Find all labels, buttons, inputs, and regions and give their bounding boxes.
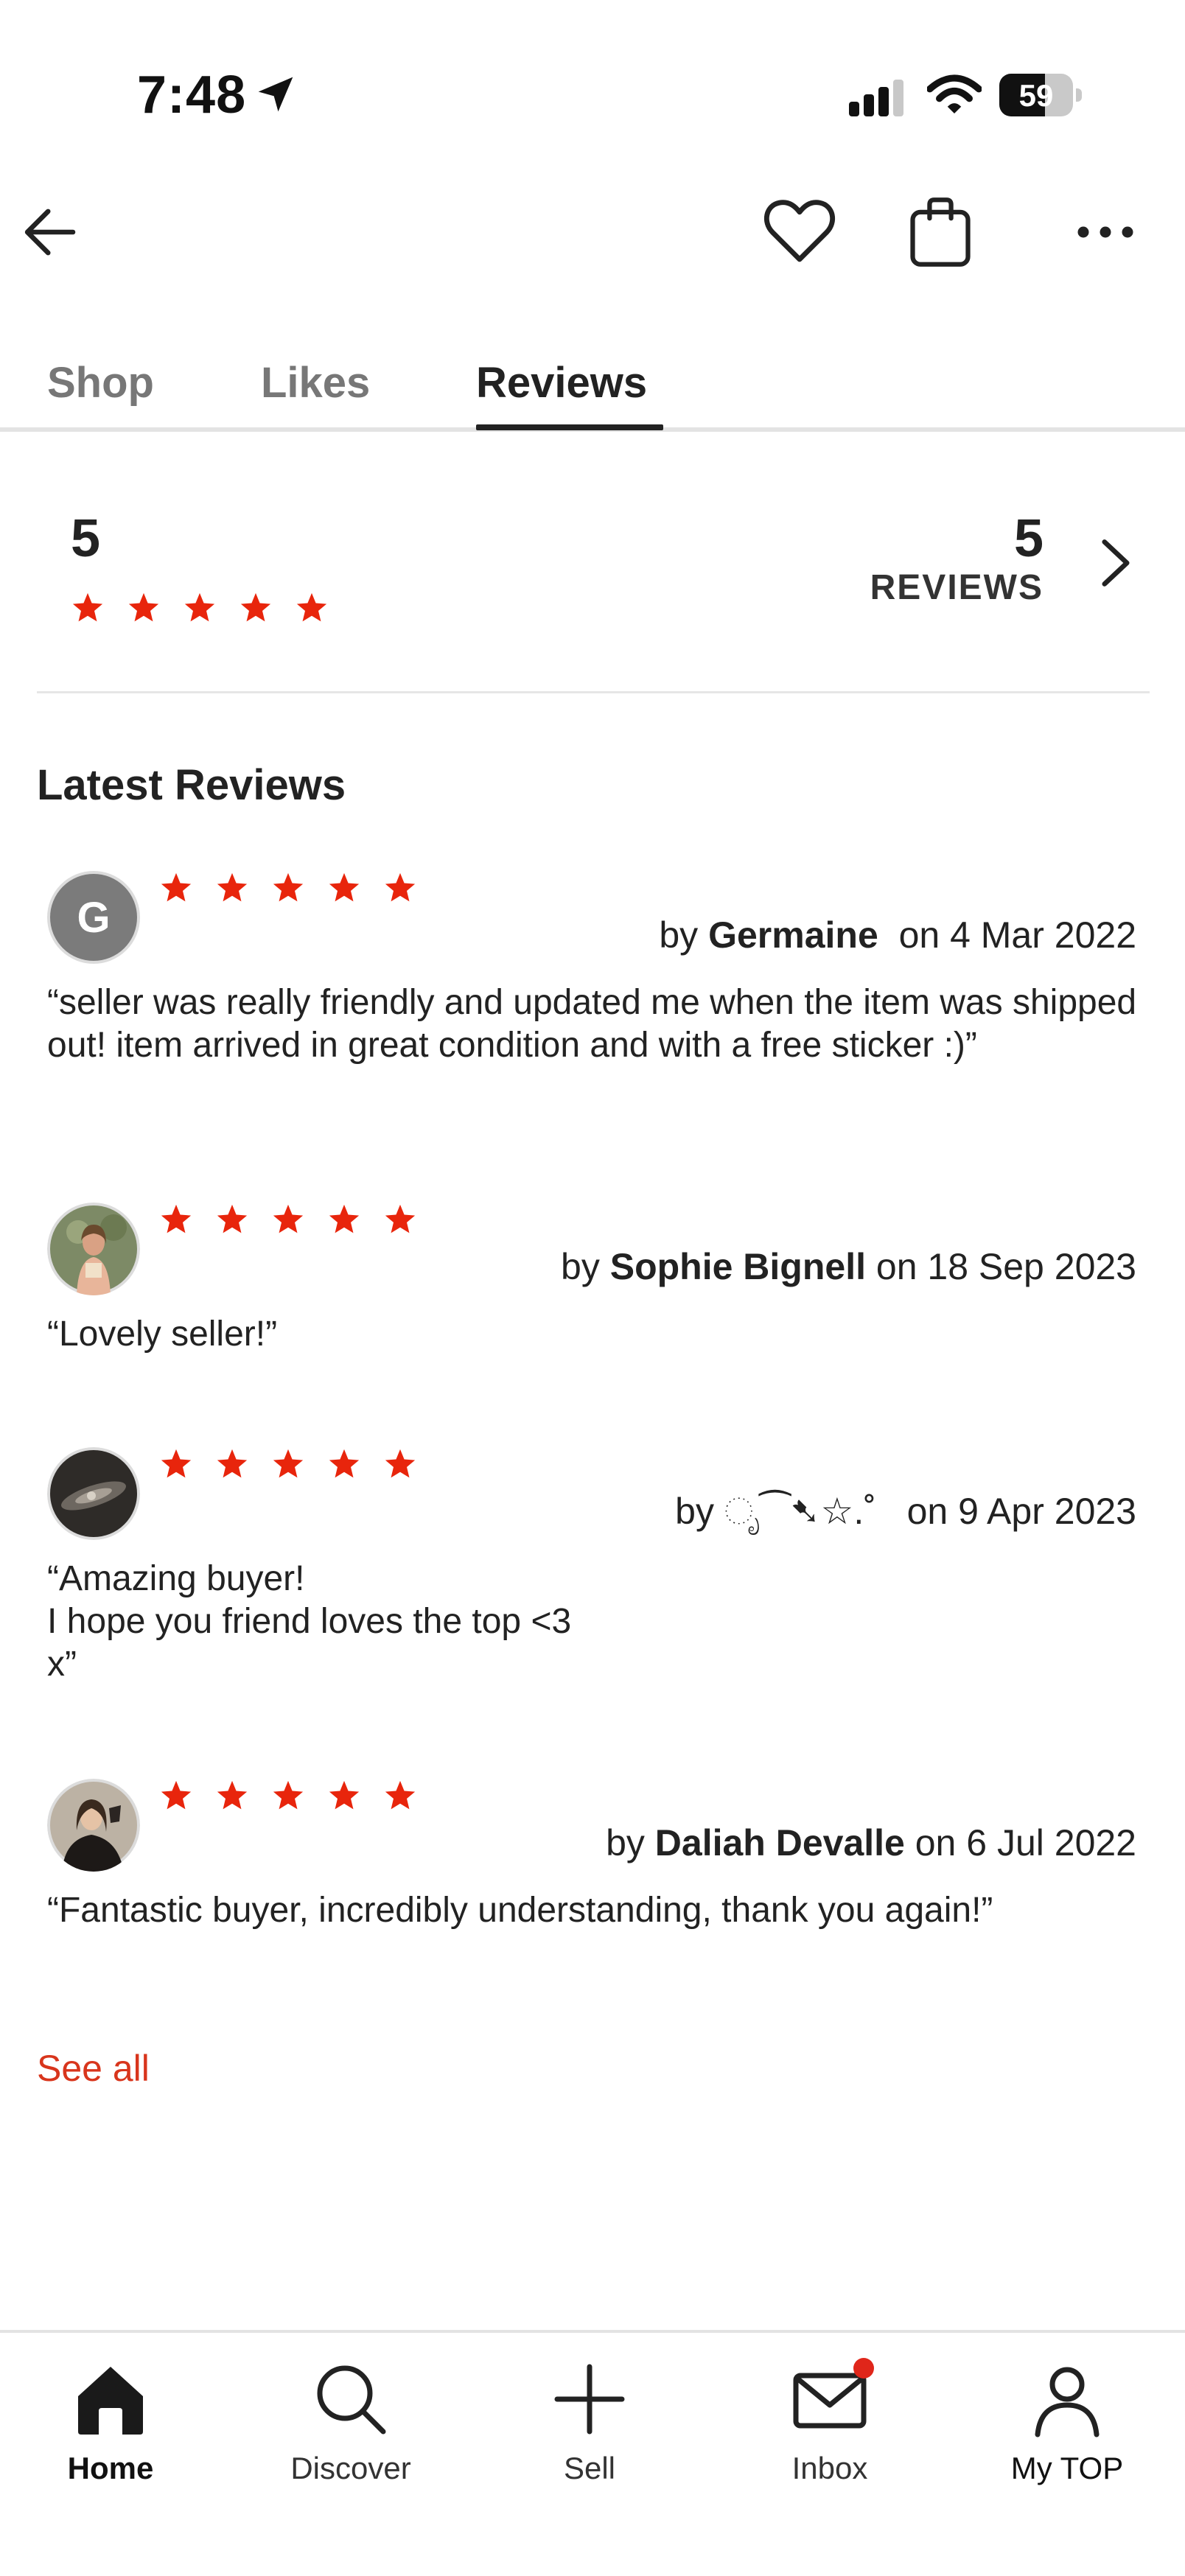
notification-dot — [853, 2358, 874, 2379]
nav-inbox[interactable]: Inbox — [734, 2355, 926, 2486]
star-icon — [273, 1449, 304, 1478]
nav-inbox-label: Inbox — [791, 2451, 868, 2485]
tab-shop[interactable]: Shop — [47, 358, 154, 407]
chevron-right-icon[interactable] — [1095, 535, 1136, 591]
reviewer-name[interactable]: Sophie Bignell — [610, 1246, 866, 1287]
nav-discover-label: Discover — [290, 2451, 411, 2485]
cellular-signal-icon — [849, 80, 903, 116]
reviewer-name[interactable]: Daliah Devalle — [655, 1822, 905, 1863]
nav-discover[interactable]: Discover — [255, 2355, 447, 2486]
reviewer-avatar[interactable]: G — [47, 871, 140, 964]
reviewer-avatar[interactable] — [47, 1203, 140, 1295]
byline-by: by — [659, 914, 699, 956]
star-icon — [273, 1204, 304, 1233]
review-date: on 9 Apr 2023 — [906, 1491, 1136, 1532]
average-star-rating — [71, 591, 329, 625]
more-options-icon[interactable] — [1069, 206, 1142, 258]
tab-active-indicator — [476, 424, 663, 430]
star-icon — [385, 1449, 416, 1478]
star-icon — [329, 1204, 360, 1233]
review-byline: by Sophie Bignell on 18 Sep 2023 — [561, 1245, 1136, 1288]
star-icon — [217, 1449, 248, 1478]
byline-by: by — [606, 1822, 645, 1863]
star-icon — [329, 872, 360, 902]
star-icon — [385, 872, 416, 902]
reviewer-avatar[interactable] — [47, 1447, 140, 1540]
status-time: 7:48 — [137, 66, 247, 125]
review-star-rating — [159, 1447, 417, 1481]
battery-level: 59 — [1018, 78, 1054, 113]
battery-indicator: 59 — [999, 74, 1082, 116]
review-text: “seller was really friendly and updated … — [47, 983, 1147, 1065]
heart-icon[interactable] — [759, 190, 840, 271]
star-icon — [385, 1204, 416, 1233]
nav-my-top-label: My TOP — [1010, 2451, 1124, 2485]
bottom-nav-divider — [0, 2330, 1185, 2333]
byline-by: by — [561, 1246, 600, 1287]
star-icon — [240, 592, 271, 622]
review-star-rating — [159, 871, 417, 905]
nav-sell[interactable]: Sell — [494, 2355, 685, 2486]
review-count[interactable]: 5 — [958, 508, 1044, 569]
average-rating: 5 — [71, 509, 101, 568]
nav-my-top[interactable]: My TOP — [971, 2355, 1163, 2486]
mail-icon — [793, 2358, 874, 2429]
nav-home[interactable]: Home — [15, 2355, 206, 2486]
home-icon — [78, 2367, 143, 2435]
star-icon — [273, 1780, 304, 1810]
review-date: on 18 Sep 2023 — [875, 1246, 1136, 1287]
review-date: on 6 Jul 2022 — [915, 1822, 1136, 1863]
reviewer-name[interactable]: ೃ⁀➷☆.˚ — [724, 1491, 876, 1532]
reviewer-avatar[interactable] — [47, 1779, 140, 1872]
star-icon — [128, 592, 159, 622]
review-date: on 4 Mar 2022 — [898, 914, 1136, 956]
review-star-rating — [159, 1203, 417, 1236]
star-icon — [217, 872, 248, 902]
review-count-label[interactable]: REVIEWS — [811, 567, 1044, 608]
star-icon — [72, 592, 103, 622]
section-title: Latest Reviews — [37, 761, 346, 809]
summary-divider — [37, 691, 1150, 693]
star-icon — [296, 592, 327, 622]
nav-sell-label: Sell — [563, 2451, 616, 2485]
see-all-link[interactable]: See all — [37, 2047, 150, 2090]
review-byline: by ೃ⁀➷☆.˚ on 9 Apr 2023 — [675, 1490, 1136, 1533]
star-icon — [161, 872, 192, 902]
tab-reviews[interactable]: Reviews — [476, 358, 647, 407]
back-arrow-icon[interactable] — [18, 199, 84, 265]
shopping-bag-icon[interactable] — [903, 193, 977, 271]
star-icon — [161, 1449, 192, 1478]
star-icon — [217, 1204, 248, 1233]
review-text: “Fantastic buyer, incredibly understandi… — [47, 1891, 993, 1930]
profile-icon — [1035, 2367, 1100, 2437]
review-byline: by Daliah Devalle on 6 Jul 2022 — [606, 1821, 1136, 1864]
byline-by: by — [675, 1491, 714, 1532]
wifi-icon — [927, 74, 982, 114]
location-arrow-icon — [258, 77, 293, 112]
star-icon — [329, 1449, 360, 1478]
star-icon — [217, 1780, 248, 1810]
star-icon — [273, 872, 304, 902]
review-text: “Amazing buyer! I hope you friend loves … — [47, 1559, 572, 1684]
review-star-rating — [159, 1779, 417, 1813]
star-icon — [329, 1780, 360, 1810]
review-text: “Lovely seller!” — [47, 1315, 278, 1354]
reviewer-name[interactable]: Germaine — [708, 914, 878, 956]
star-icon — [161, 1204, 192, 1233]
star-icon — [184, 592, 215, 622]
tab-likes[interactable]: Likes — [261, 358, 370, 407]
plus-icon — [554, 2364, 625, 2435]
review-byline: by Germaine on 4 Mar 2022 — [659, 914, 1136, 956]
star-icon — [161, 1780, 192, 1810]
search-icon — [317, 2365, 386, 2435]
nav-home-label: Home — [67, 2451, 154, 2485]
star-icon — [385, 1780, 416, 1810]
